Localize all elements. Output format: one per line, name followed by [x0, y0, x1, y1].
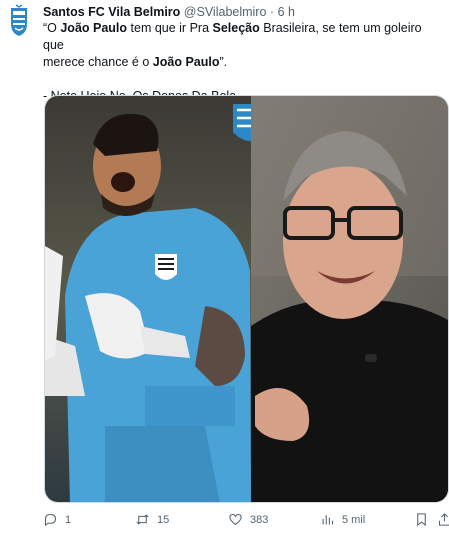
share-button[interactable]	[437, 512, 449, 527]
view-count: 5 mil	[342, 513, 366, 526]
analytics-icon	[322, 515, 334, 525]
tweet-actions: 1 15 383 5 mil	[43, 512, 449, 532]
santos-crest-icon	[155, 254, 177, 280]
reply-button[interactable]: 1	[43, 512, 71, 527]
bookmark-icon	[417, 513, 426, 527]
share-icon	[438, 513, 449, 526]
text-bold-segment: João Paulo	[152, 55, 220, 69]
santos-crest-icon	[11, 4, 27, 36]
retweet-button[interactable]: 15	[135, 512, 169, 527]
author-avatar[interactable]	[8, 4, 30, 38]
text-segment: ”.	[219, 55, 228, 69]
like-count: 383	[250, 513, 269, 526]
bookmark-button[interactable]	[414, 512, 429, 527]
text-bold-segment: João Paulo	[60, 21, 128, 35]
tweet-text-line-2: merece chance é o João Paulo”.	[43, 54, 443, 71]
tweet-header: Santos FC Vila Belmiro @SVilabelmiro · 6…	[43, 4, 443, 20]
retweet-icon	[136, 514, 149, 525]
author-handle[interactable]: @SVilabelmiro	[184, 5, 267, 19]
reply-icon	[44, 513, 57, 527]
reply-count: 1	[65, 513, 72, 526]
text-segment: “O	[43, 21, 61, 35]
text-bold-segment: Seleção	[212, 21, 260, 35]
text-segment: merece chance é o	[43, 55, 153, 69]
text-segment: tem que ir Pra	[127, 21, 213, 35]
tweet-text-line-1: “O João Paulo tem que ir Pra Seleção Bra…	[43, 20, 443, 54]
author-name[interactable]: Santos FC Vila Belmiro	[43, 5, 180, 19]
like-button[interactable]: 383	[228, 512, 268, 527]
separator-dot: ·	[269, 5, 275, 19]
tweet-media-image[interactable]	[44, 95, 449, 503]
heart-icon	[229, 513, 242, 526]
text-blank-line	[43, 71, 443, 88]
microphone-icon	[365, 354, 377, 362]
tweet-text: “O João Paulo tem que ir Pra Seleção Bra…	[43, 20, 443, 105]
tweet-timestamp[interactable]: 6 h	[278, 5, 295, 19]
views-button[interactable]: 5 mil	[320, 512, 365, 527]
retweet-count: 15	[157, 513, 170, 526]
